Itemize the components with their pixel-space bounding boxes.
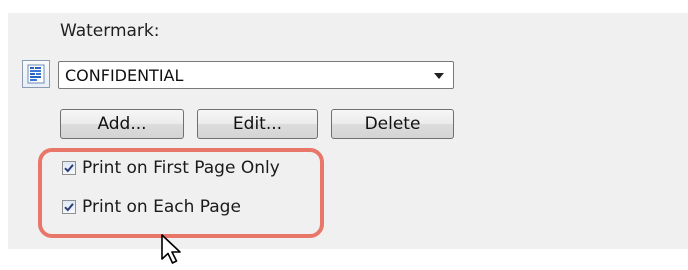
- watermark-select-value: CONFIDENTIAL: [65, 66, 184, 85]
- watermark-label: Watermark:: [60, 21, 160, 41]
- edit-button[interactable]: Edit...: [197, 109, 318, 139]
- add-button[interactable]: Add...: [60, 109, 184, 139]
- arrow-cursor-icon: [160, 234, 184, 270]
- chevron-down-icon[interactable]: [434, 73, 444, 79]
- watermark-document-icon: [22, 60, 50, 88]
- watermark-select[interactable]: CONFIDENTIAL: [58, 61, 454, 89]
- highlight-callout: [38, 148, 324, 238]
- delete-button[interactable]: Delete: [331, 109, 454, 139]
